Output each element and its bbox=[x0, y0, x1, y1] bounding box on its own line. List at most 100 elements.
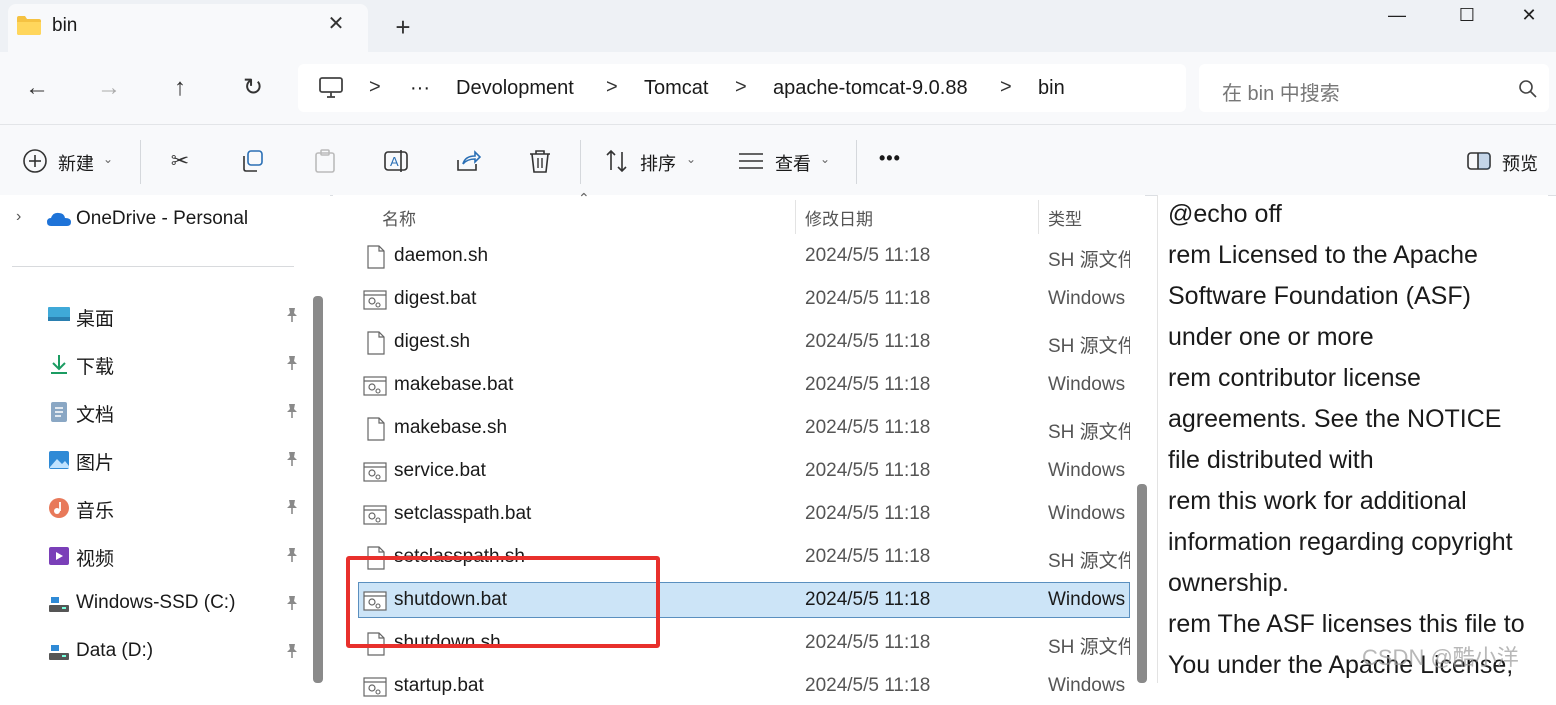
desktop-icon bbox=[47, 305, 71, 330]
breadcrumb-separator[interactable]: > bbox=[1000, 76, 1012, 99]
chevron-down-icon[interactable]: ⌄ bbox=[103, 152, 113, 166]
search-input[interactable]: 在 bin 中搜索 bbox=[1222, 77, 1340, 106]
file-type: Windows bbox=[1048, 589, 1126, 610]
preview-text-line: rem this work for additional bbox=[1168, 487, 1467, 515]
breadcrumb-overflow[interactable]: ··· bbox=[410, 77, 430, 100]
file-type: SH 源文件 bbox=[1048, 637, 1130, 658]
sort-ascending-icon: ⌃ bbox=[578, 190, 590, 206]
sidebar-scrollbar[interactable] bbox=[313, 296, 323, 683]
svg-text:A: A bbox=[390, 154, 399, 169]
new-tab-button[interactable]: + bbox=[386, 10, 420, 44]
pin-icon[interactable] bbox=[284, 451, 300, 470]
close-window-button[interactable]: ✕ bbox=[1502, 0, 1556, 30]
sidebar-item-label: 文档 bbox=[76, 405, 115, 426]
file-modified-date: 2024/5/5 11:18 bbox=[805, 632, 931, 653]
pin-icon[interactable] bbox=[284, 355, 300, 374]
delete-icon[interactable] bbox=[527, 148, 553, 174]
column-divider[interactable] bbox=[1038, 200, 1039, 234]
preview-pane-icon[interactable] bbox=[1466, 150, 1492, 172]
file-modified-date: 2024/5/5 11:18 bbox=[805, 245, 931, 266]
toolbar-divider bbox=[580, 140, 581, 184]
breadcrumb-separator[interactable]: > bbox=[606, 76, 618, 99]
maximize-button[interactable]: ☐ bbox=[1432, 0, 1502, 30]
file-name: daemon.sh bbox=[394, 245, 489, 266]
file-type: Windows bbox=[1048, 374, 1126, 395]
pin-icon[interactable] bbox=[284, 499, 300, 518]
file-type: SH 源文件 bbox=[1048, 336, 1130, 357]
share-icon[interactable] bbox=[455, 148, 481, 174]
new-icon[interactable] bbox=[22, 148, 48, 174]
preview-button[interactable]: 预览 bbox=[1502, 150, 1538, 176]
breadcrumb-separator[interactable]: > bbox=[369, 76, 381, 99]
text-file-icon bbox=[366, 417, 385, 441]
new-button[interactable]: 新建 bbox=[58, 150, 94, 176]
table-row[interactable] bbox=[358, 325, 1130, 361]
file-modified-date: 2024/5/5 11:18 bbox=[805, 374, 931, 395]
drive-icon bbox=[47, 641, 71, 668]
preview-text-line: Software Foundation (ASF) bbox=[1168, 282, 1471, 310]
refresh-button[interactable]: ↻ bbox=[235, 70, 271, 106]
file-type: SH 源文件 bbox=[1048, 551, 1130, 572]
pin-icon[interactable] bbox=[284, 403, 300, 422]
paste-icon[interactable] bbox=[312, 148, 338, 174]
text-file-icon bbox=[366, 245, 385, 269]
file-name: makebase.bat bbox=[394, 374, 514, 395]
breadcrumb-separator[interactable]: > bbox=[735, 76, 747, 99]
sidebar-item-label: 下载 bbox=[76, 357, 115, 378]
sidebar-item-label: 音乐 bbox=[76, 501, 115, 522]
column-header-type[interactable]: 类型 bbox=[1048, 205, 1082, 230]
view-button[interactable]: 查看 bbox=[775, 150, 811, 176]
column-header-date[interactable]: 修改日期 bbox=[805, 205, 873, 230]
column-header-name[interactable]: 名称 bbox=[382, 205, 416, 230]
tab-title: bin bbox=[52, 15, 78, 36]
chevron-down-icon[interactable]: ⌄ bbox=[686, 152, 696, 166]
back-button[interactable]: ← bbox=[19, 70, 55, 106]
file-name: digest.bat bbox=[394, 288, 477, 309]
sidebar-item-label: 视频 bbox=[76, 549, 115, 570]
pin-icon[interactable] bbox=[284, 643, 300, 662]
documents-icon bbox=[47, 401, 71, 428]
sidebar-item-label: Data (D:) bbox=[76, 640, 154, 661]
folder-icon bbox=[17, 16, 41, 35]
breadcrumb-devolopment[interactable]: Devolopment bbox=[456, 77, 574, 100]
file-type: Windows bbox=[1048, 675, 1126, 696]
file-name: digest.sh bbox=[394, 331, 471, 352]
file-type: Windows bbox=[1048, 460, 1126, 481]
sidebar-item-onedrive[interactable]: OneDrive - Personal bbox=[76, 208, 248, 230]
cut-icon[interactable]: ✂ bbox=[165, 146, 195, 176]
preview-text-line: under one or more bbox=[1168, 323, 1374, 351]
file-list-scrollbar[interactable] bbox=[1137, 484, 1147, 683]
rename-icon[interactable]: A bbox=[383, 148, 409, 174]
chevron-right-icon[interactable]: › bbox=[16, 208, 21, 226]
up-button[interactable]: ↑ bbox=[162, 70, 198, 106]
toolbar-divider bbox=[140, 140, 141, 184]
minimize-button[interactable]: — bbox=[1362, 0, 1432, 30]
more-options-button[interactable]: ••• bbox=[879, 148, 901, 169]
batch-file-icon bbox=[363, 505, 387, 527]
sort-icon[interactable] bbox=[604, 148, 630, 174]
breadcrumb-bin[interactable]: bin bbox=[1038, 77, 1065, 100]
onedrive-icon bbox=[47, 212, 71, 226]
download-icon bbox=[47, 353, 71, 380]
pin-icon[interactable] bbox=[284, 547, 300, 566]
text-file-icon bbox=[366, 331, 385, 355]
breadcrumb-tomcat[interactable]: Tomcat bbox=[644, 77, 708, 100]
copy-icon[interactable] bbox=[240, 148, 266, 174]
this-pc-icon[interactable] bbox=[318, 76, 344, 100]
close-icon[interactable]: ✕ bbox=[320, 8, 352, 40]
file-type: SH 源文件 bbox=[1048, 422, 1130, 443]
pin-icon[interactable] bbox=[284, 595, 300, 614]
drive-icon bbox=[47, 593, 71, 620]
column-divider[interactable] bbox=[795, 200, 796, 234]
forward-button[interactable]: → bbox=[91, 70, 127, 106]
file-type: Windows bbox=[1048, 288, 1126, 309]
pin-icon[interactable] bbox=[284, 307, 300, 326]
chevron-down-icon[interactable]: ⌄ bbox=[820, 152, 830, 166]
file-modified-date: 2024/5/5 11:18 bbox=[805, 331, 931, 352]
sort-button[interactable]: 排序 bbox=[640, 150, 676, 176]
view-icon[interactable] bbox=[738, 150, 764, 172]
search-icon[interactable] bbox=[1518, 79, 1538, 99]
breadcrumb-apache-tomcat[interactable]: apache-tomcat-9.0.88 bbox=[773, 77, 968, 100]
file-name: makebase.sh bbox=[394, 417, 508, 438]
batch-file-icon bbox=[363, 677, 387, 699]
